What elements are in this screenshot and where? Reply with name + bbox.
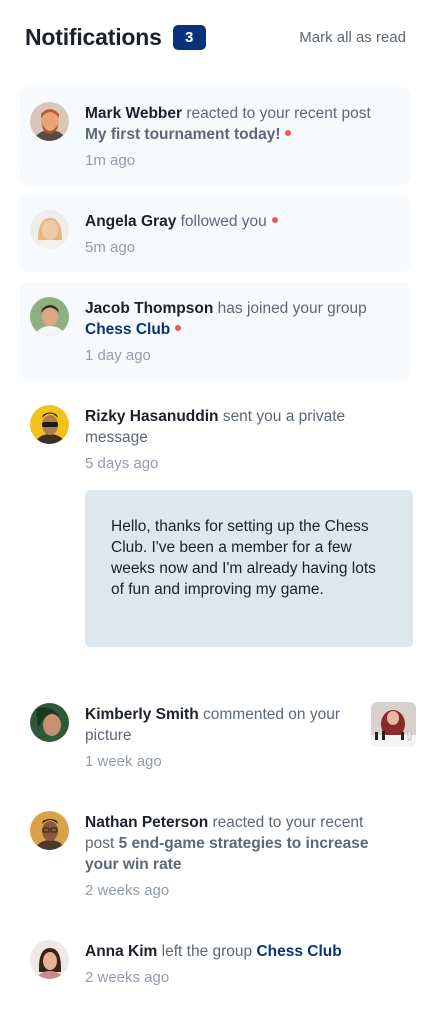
post-link[interactable]: 5 end-game strategies to increase your w…: [85, 835, 368, 873]
notification-action: reacted to your recent post: [186, 105, 371, 122]
unread-dot: [285, 130, 292, 136]
notification-item[interactable]: Mark Webber reacted to your recent post …: [20, 87, 410, 185]
notification-item[interactable]: Angela Gray followed you 5m ago: [20, 195, 410, 272]
notification-content: Jacob Thompson has joined your group Che…: [85, 298, 396, 366]
group-link[interactable]: Chess Club: [85, 321, 170, 338]
unread-dot: [175, 325, 182, 331]
notification-content: Rizky Hasanuddin sent you a private mess…: [85, 406, 396, 474]
user-name-link[interactable]: Anna Kim: [85, 943, 157, 960]
user-name-link[interactable]: Kimberly Smith: [85, 706, 199, 723]
notification-time: 1 day ago: [85, 347, 151, 364]
unread-count-badge: 3: [172, 24, 206, 50]
notification-item[interactable]: Rizky Hasanuddin sent you a private mess…: [20, 390, 410, 480]
notification-content: Nathan Peterson reacted to your recent p…: [85, 812, 396, 901]
commented-picture-thumbnail[interactable]: [371, 702, 416, 747]
notification-content: Kimberly Smith commented on your picture…: [85, 704, 352, 772]
notification-content: Angela Gray followed you 5m ago: [85, 211, 396, 258]
user-name-link[interactable]: Rizky Hasanuddin: [85, 408, 219, 425]
group-link[interactable]: Chess Club: [256, 943, 341, 960]
mark-all-as-read-button[interactable]: Mark all as read: [299, 29, 406, 46]
notification-action: has joined your group: [217, 300, 367, 317]
avatar[interactable]: [30, 297, 69, 336]
user-name-link[interactable]: Nathan Peterson: [85, 814, 208, 831]
notifications-header: Notifications 3 Mark all as read: [25, 22, 406, 52]
post-link[interactable]: My first tournament today!: [85, 126, 280, 143]
private-message-preview[interactable]: Hello, thanks for setting up the Chess C…: [85, 490, 413, 647]
avatar[interactable]: [30, 210, 69, 249]
unread-dot: [271, 217, 278, 223]
notification-content: Anna Kim left the group Chess Club 2 wee…: [85, 941, 396, 988]
page-title: Notifications: [25, 23, 162, 50]
notification-item[interactable]: Jacob Thompson has joined your group Che…: [20, 282, 410, 380]
notification-time: 5 days ago: [85, 455, 159, 472]
avatar[interactable]: [30, 811, 69, 850]
notification-time: 2 weeks ago: [85, 969, 170, 986]
user-name-link[interactable]: Angela Gray: [85, 213, 176, 230]
notification-action: left the group: [161, 943, 253, 960]
notification-time: 5m ago: [85, 239, 136, 256]
notification-action: followed you: [180, 213, 267, 230]
avatar[interactable]: [30, 405, 69, 444]
user-name-link[interactable]: Jacob Thompson: [85, 300, 213, 317]
user-name-link[interactable]: Mark Webber: [85, 105, 182, 122]
avatar[interactable]: [30, 940, 69, 979]
notification-item[interactable]: Kimberly Smith commented on your picture…: [20, 688, 410, 778]
notification-time: 2 weeks ago: [85, 882, 170, 899]
avatar[interactable]: [30, 102, 69, 141]
notification-time: 1 week ago: [85, 753, 162, 770]
notification-time: 1m ago: [85, 152, 136, 169]
avatar[interactable]: [30, 703, 69, 742]
notification-item[interactable]: Nathan Peterson reacted to your recent p…: [20, 796, 410, 906]
notification-item[interactable]: Anna Kim left the group Chess Club 2 wee…: [20, 925, 410, 995]
notification-content: Mark Webber reacted to your recent post …: [85, 103, 396, 171]
